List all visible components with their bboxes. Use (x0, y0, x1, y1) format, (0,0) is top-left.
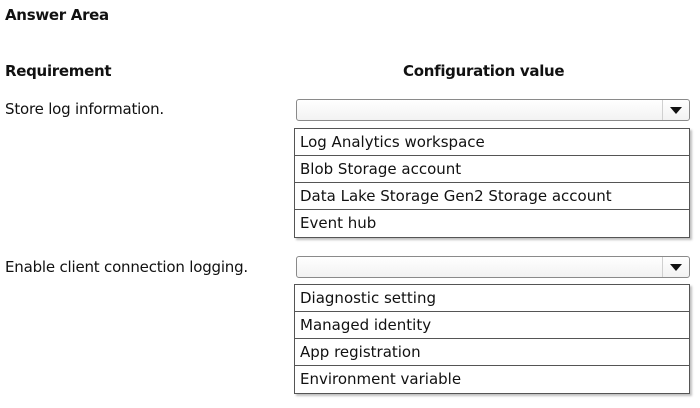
configuration-value-column-header: Configuration value (403, 62, 565, 80)
option-log-analytics-workspace[interactable]: Log Analytics workspace (295, 129, 689, 156)
answer-area-title: Answer Area (5, 6, 109, 24)
option-data-lake-storage-gen2[interactable]: Data Lake Storage Gen2 Storage account (295, 183, 689, 210)
requirement-client-connection-logging-label: Enable client connection logging. (5, 258, 248, 276)
caret-down-icon (670, 107, 682, 114)
option-environment-variable[interactable]: Environment variable (295, 366, 689, 393)
store-log-dropdown-toggle[interactable] (662, 100, 689, 120)
requirement-column-header: Requirement (5, 62, 112, 80)
option-managed-identity[interactable]: Managed identity (295, 312, 689, 339)
client-connection-logging-options-list: Diagnostic setting Managed identity App … (294, 284, 690, 394)
store-log-options-list: Log Analytics workspace Blob Storage acc… (294, 128, 690, 238)
client-connection-logging-dropdown[interactable] (296, 256, 690, 278)
option-blob-storage-account[interactable]: Blob Storage account (295, 156, 689, 183)
client-connection-logging-dropdown-toggle[interactable] (662, 257, 689, 277)
caret-down-icon (670, 264, 682, 271)
option-diagnostic-setting[interactable]: Diagnostic setting (295, 285, 689, 312)
option-event-hub[interactable]: Event hub (295, 210, 689, 237)
requirement-store-log-label: Store log information. (5, 100, 164, 118)
option-app-registration[interactable]: App registration (295, 339, 689, 366)
store-log-dropdown[interactable] (296, 99, 690, 121)
